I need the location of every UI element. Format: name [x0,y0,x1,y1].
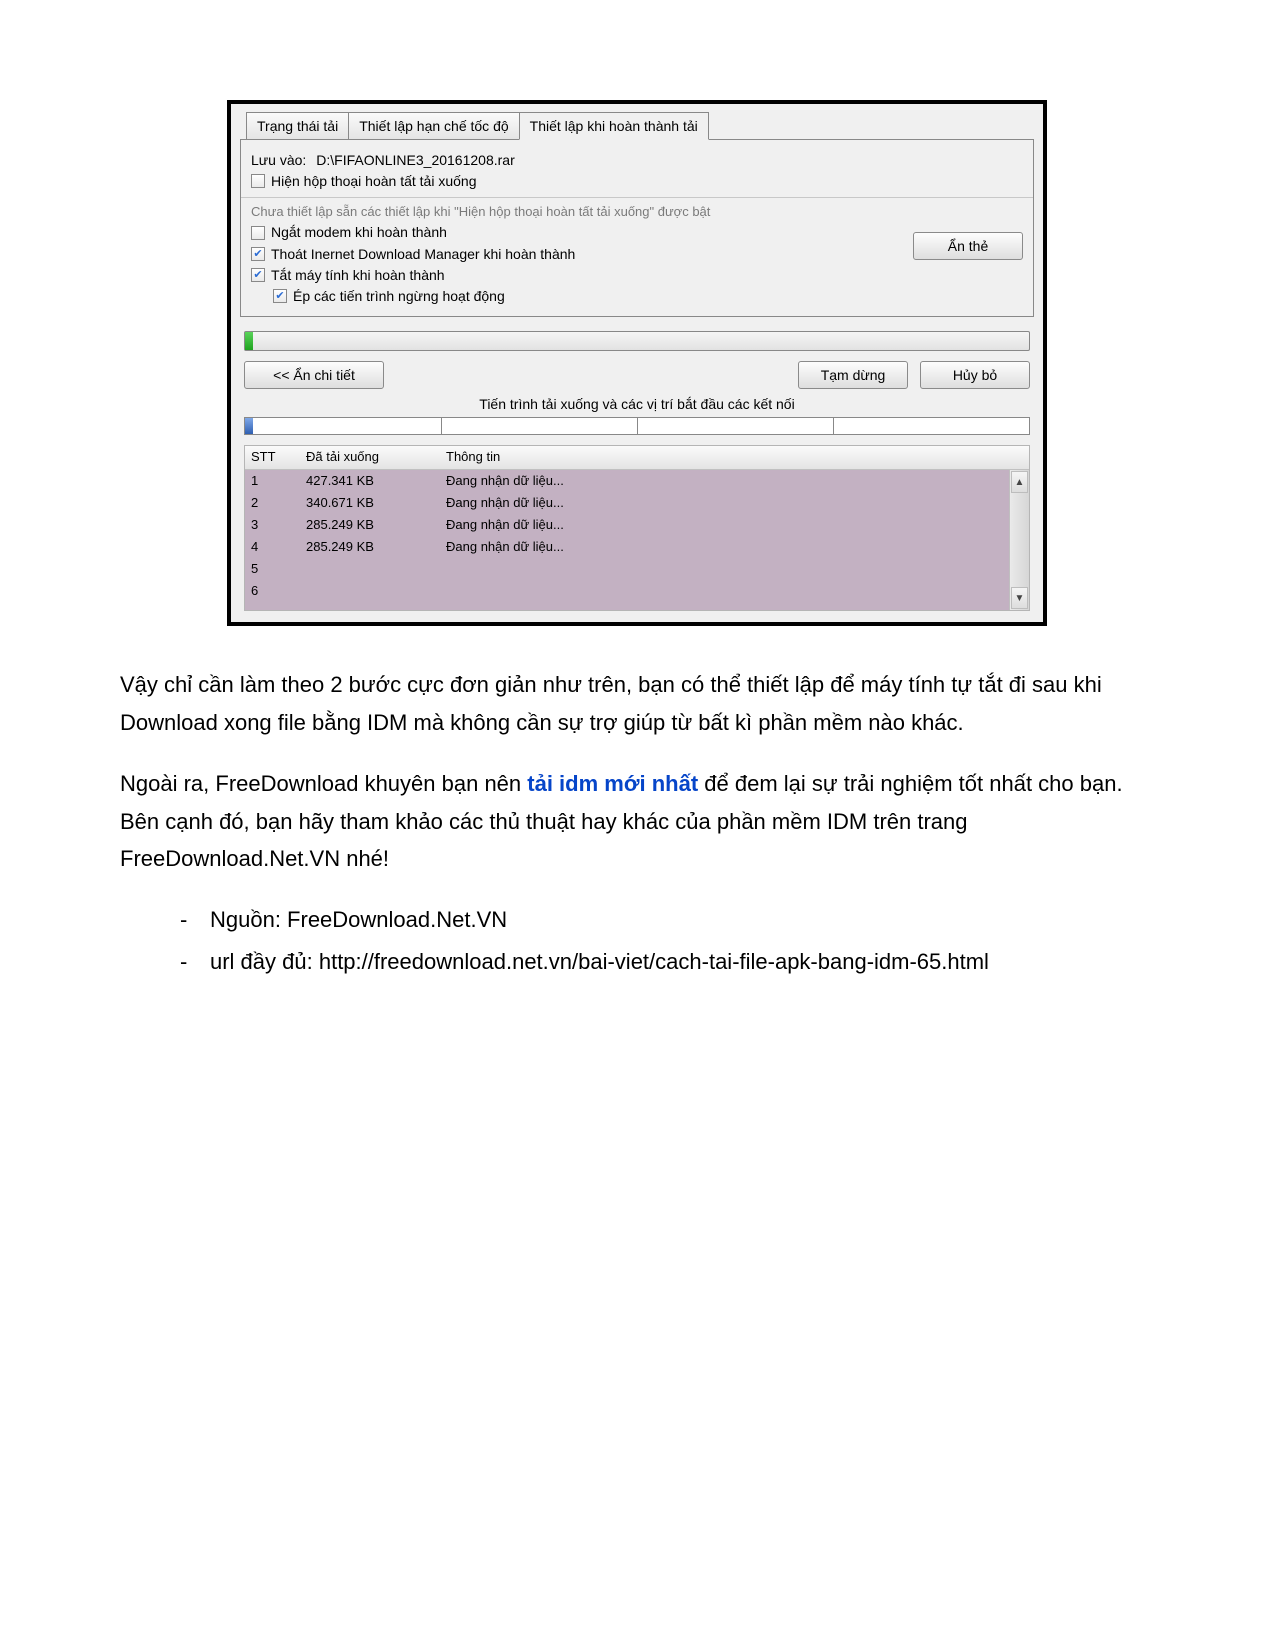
segment-bar [244,417,1030,435]
download-progress-bar [244,331,1030,351]
table-body: 1 427.341 KB Đang nhận dữ liệu... 2 340.… [245,470,1009,610]
col-stt[interactable]: STT [251,449,306,466]
checkbox-force-processes[interactable] [273,289,287,303]
tab-panel-on-complete: Lưu vào: D:\FIFAONLINE3_20161208.rar Hiệ… [240,139,1034,317]
table-row: 4 285.249 KB Đang nhận dữ liệu... [245,536,1009,558]
checkbox-exit-idm[interactable] [251,247,265,261]
checkbox-disconnect-modem-label: Ngắt modem khi hoàn thành [271,223,447,241]
checkbox-show-complete-dialog[interactable] [251,174,265,188]
tab-status[interactable]: Trạng thái tải [246,112,349,140]
cancel-button[interactable]: Hủy bỏ [920,361,1030,389]
checkbox-show-complete-dialog-label: Hiện hộp thoại hoàn tất tải xuống [271,172,477,190]
checkbox-shutdown-label: Tắt máy tính khi hoàn thành [271,266,445,284]
list-item: Nguồn: FreeDownload.Net.VN [180,901,1154,938]
save-to-path: D:\FIFAONLINE3_20161208.rar [316,151,514,169]
hide-tab-button[interactable]: Ẩn thẻ [913,232,1023,260]
checkbox-shutdown[interactable] [251,268,265,282]
paragraph: Vậy chỉ cần làm theo 2 bước cực đơn giản… [120,666,1154,741]
table-row: 2 340.671 KB Đang nhận dữ liệu... [245,492,1009,514]
checkbox-force-processes-label: Ép các tiến trình ngừng hoạt động [293,287,505,305]
col-downloaded[interactable]: Đã tải xuống [306,449,446,466]
scroll-down-icon[interactable]: ▼ [1011,587,1028,609]
table-row: 6 [245,580,1009,602]
pause-button[interactable]: Tạm dừng [798,361,908,389]
table-row: 5 [245,558,1009,580]
segment-caption: Tiến trình tải xuống và các vị trí bắt đ… [240,395,1034,413]
connections-table: STT Đã tải xuống Thông tin 1 427.341 KB … [244,445,1030,611]
download-progress-fill [245,332,253,350]
save-to-label: Lưu vào: [251,151,306,169]
table-scrollbar[interactable]: ▲ ▼ [1009,470,1029,610]
tab-on-complete[interactable]: Thiết lập khi hoàn thành tải [519,112,709,140]
tab-speed-limit[interactable]: Thiết lập hạn chế tốc độ [348,112,519,140]
col-info[interactable]: Thông tin [446,449,1023,466]
list-item: url đầy đủ: http://freedownload.net.vn/b… [180,943,1154,980]
download-idm-link[interactable]: tải idm mới nhất [527,771,698,796]
preset-note: Chưa thiết lập sẵn các thiết lập khi "Hi… [251,204,710,221]
scroll-up-icon[interactable]: ▲ [1011,471,1028,493]
source-list: Nguồn: FreeDownload.Net.VN url đầy đủ: h… [120,901,1154,980]
hide-details-button[interactable]: << Ẩn chi tiết [244,361,384,389]
article-body: Vậy chỉ cần làm theo 2 bước cực đơn giản… [120,666,1154,980]
idm-dialog: Trạng thái tải Thiết lập hạn chế tốc độ … [227,100,1047,626]
table-row: 3 285.249 KB Đang nhận dữ liệu... [245,514,1009,536]
tab-strip: Trạng thái tải Thiết lập hạn chế tốc độ … [246,111,1034,139]
table-row: 1 427.341 KB Đang nhận dữ liệu... [245,470,1009,492]
checkbox-disconnect-modem[interactable] [251,226,265,240]
paragraph: Ngoài ra, FreeDownload khuyên bạn nên tả… [120,765,1154,877]
checkbox-exit-idm-label: Thoát Inernet Download Manager khi hoàn … [271,245,575,263]
